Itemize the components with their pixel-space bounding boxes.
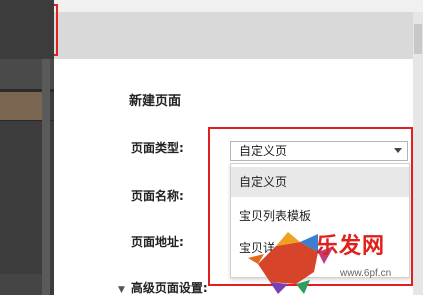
left-sidebar — [0, 0, 54, 295]
triangle-down-icon: ▼ — [118, 285, 125, 295]
top-toolbar — [0, 0, 423, 59]
watermark-site: www.6pf.cn — [340, 268, 392, 279]
page-type-label: 页面类型: — [131, 141, 184, 155]
page-title: 新建页面 — [129, 94, 182, 109]
main-scrollbar-thumb[interactable] — [414, 24, 422, 54]
toolbar-highlight-strip — [54, 0, 423, 12]
advanced-settings-toggle[interactable]: ▼ 高级页面设置: — [118, 279, 208, 296]
page-address-label: 页面地址: — [131, 235, 184, 249]
page-name-label: 页面名称: — [131, 189, 184, 203]
sidebar-item-selected[interactable] — [0, 92, 42, 120]
advanced-settings-label: 高级页面设置: — [130, 281, 208, 295]
watermark-brand: 乐发网 — [316, 233, 386, 259]
sidebar-item[interactable] — [0, 274, 42, 295]
sidebar-scrollbar[interactable] — [42, 59, 50, 295]
